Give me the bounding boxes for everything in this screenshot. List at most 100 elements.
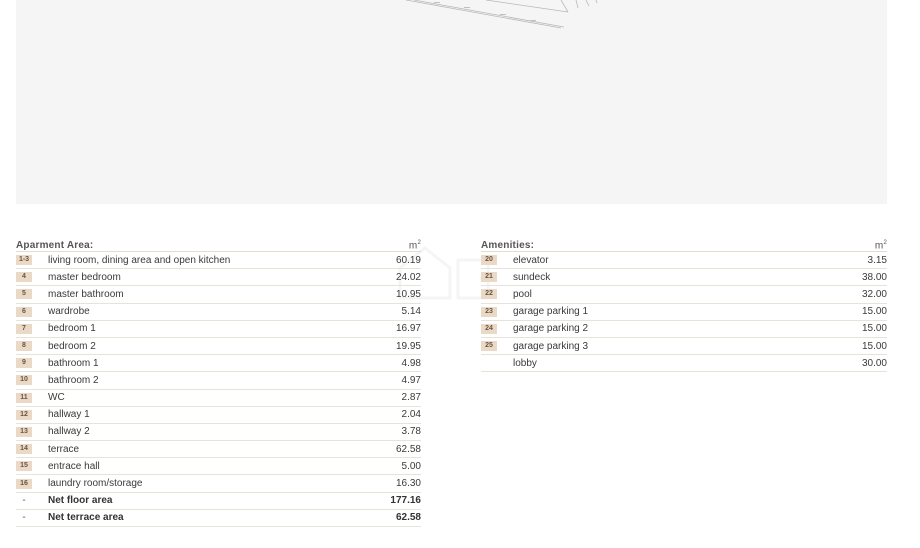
table-row: 16 laundry room/storage 16.30 [16, 475, 421, 493]
area-value: 5.00 [401, 460, 421, 472]
room-number-badge: 14 [16, 444, 32, 455]
room-name: entrace hall [48, 460, 100, 472]
room-number-badge: 4 [16, 272, 32, 283]
room-number-badge: 11 [16, 392, 32, 403]
room-name: bedroom 2 [48, 340, 96, 352]
area-value: 16.97 [395, 323, 421, 335]
table-row: 4 master bedroom 24.02 [16, 269, 421, 287]
area-value: 3.78 [401, 426, 421, 438]
table-row: 1-3 living room, dining area and open kit… [16, 252, 421, 270]
unit-label: m2 [874, 239, 887, 251]
room-name: lobby [513, 357, 537, 369]
room-name: living room, dining area and open kitche… [48, 254, 231, 266]
area-value: 15.00 [861, 340, 887, 352]
area-value: 3.15 [867, 254, 887, 266]
room-name: hallway 1 [48, 409, 90, 421]
room-name: hallway 2 [48, 426, 90, 438]
room-number-badge: 24 [481, 323, 497, 334]
room-name: terrace [48, 443, 80, 455]
area-value: 4.98 [401, 357, 421, 369]
room-number-badge: - [22, 511, 26, 523]
room-name: bedroom 1 [48, 323, 96, 335]
table-row: 11 WC 2.87 [16, 390, 421, 407]
area-value: 62.58 [395, 512, 421, 524]
apartment-area-table: Aparment Area: m2 1-3 living room, dining… [16, 234, 421, 527]
room-number-badge: 1-3 [16, 255, 32, 266]
amenities-title: Amenities: [481, 240, 535, 251]
total-row: - Net floor area 177.16 [16, 493, 421, 510]
total-row: - Net terrace area 62.58 [16, 510, 421, 527]
unit-label: m2 [408, 239, 421, 251]
floor-plan-drawing [405, 0, 598, 29]
room-number-badge: 9 [16, 358, 32, 369]
room-number-badge: 10 [16, 375, 32, 386]
apartment-area-header: Aparment Area: m2 [16, 234, 421, 252]
table-row: 20 elevator 3.15 [481, 252, 887, 270]
area-value: 15.00 [861, 323, 887, 335]
apartment-rows: 1-3 living room, dining area and open kit… [16, 252, 421, 527]
room-number-badge: 16 [16, 478, 32, 489]
area-value: 2.87 [401, 392, 421, 404]
table-row: 14 terrace 62.58 [16, 441, 421, 459]
room-name: wardrobe [48, 306, 90, 318]
table-row: lobby 30.00 [481, 355, 887, 373]
area-value: 38.00 [861, 271, 887, 283]
room-number-badge: 5 [16, 289, 32, 300]
area-value: 19.95 [395, 340, 421, 352]
area-value: 10.95 [395, 288, 421, 300]
room-number-badge: 8 [16, 341, 32, 352]
room-number-badge: 13 [16, 426, 32, 437]
table-row: 21 sundeck 38.00 [481, 269, 887, 287]
room-name: garage parking 3 [513, 340, 589, 352]
room-name: garage parking 1 [513, 306, 589, 318]
table-row: 9 bathroom 1 4.98 [16, 355, 421, 373]
area-value: 15.00 [861, 306, 887, 318]
table-row: 10 bathroom 2 4.97 [16, 372, 421, 390]
room-number-badge: 23 [481, 306, 497, 317]
area-value: 177.16 [390, 495, 421, 507]
area-value: 60.19 [395, 254, 421, 266]
floor-plan-image [16, 0, 887, 204]
room-name: master bathroom [48, 288, 124, 300]
room-name: Net floor area [48, 495, 113, 507]
room-name: garage parking 2 [513, 323, 589, 335]
table-row: 15 entrace hall 5.00 [16, 458, 421, 476]
apartment-area-title: Aparment Area: [16, 240, 94, 251]
room-name: master bedroom [48, 271, 121, 283]
room-number-badge: 22 [481, 289, 497, 300]
room-name: pool [513, 288, 532, 300]
room-number-badge: - [22, 494, 26, 506]
area-value: 62.58 [395, 443, 421, 455]
area-value: 16.30 [395, 478, 421, 490]
area-value: 30.00 [861, 357, 887, 369]
area-value: 2.04 [401, 409, 421, 421]
room-name: Net terrace area [48, 512, 124, 524]
room-name: elevator [513, 254, 549, 266]
amenities-table: Amenities: m2 20 elevator 3.15 21 sundeck 38.… [481, 234, 887, 373]
table-row: 12 hallway 1 2.04 [16, 407, 421, 424]
room-name: bathroom 1 [48, 357, 99, 369]
amenities-header: Amenities: m2 [481, 234, 887, 252]
room-name: bathroom 2 [48, 374, 99, 386]
area-value: 32.00 [861, 288, 887, 300]
room-number-badge: 7 [16, 323, 32, 334]
area-value: 5.14 [401, 306, 421, 318]
room-number-badge: 12 [16, 409, 32, 420]
table-row: 25 garage parking 3 15.00 [481, 338, 887, 356]
table-row: 6 wardrobe 5.14 [16, 304, 421, 321]
amenities-rows: 20 elevator 3.15 21 sundeck 38.00 22 pool 32.00 2… [481, 252, 887, 373]
table-row: 7 bedroom 1 16.97 [16, 321, 421, 338]
room-number-badge: 25 [481, 341, 497, 352]
area-value: 24.02 [395, 271, 421, 283]
table-row: 22 pool 32.00 [481, 286, 887, 304]
room-number-badge: 6 [16, 306, 32, 317]
room-number-badge: 15 [16, 461, 32, 472]
table-row: 23 garage parking 1 15.00 [481, 304, 887, 321]
area-value: 4.97 [401, 374, 421, 386]
room-number-badge: 21 [481, 272, 497, 283]
room-number-badge: 20 [481, 255, 497, 266]
room-name: laundry room/storage [48, 478, 143, 490]
room-name: WC [48, 392, 65, 404]
table-row: 24 garage parking 2 15.00 [481, 321, 887, 338]
table-row: 5 master bathroom 10.95 [16, 286, 421, 304]
